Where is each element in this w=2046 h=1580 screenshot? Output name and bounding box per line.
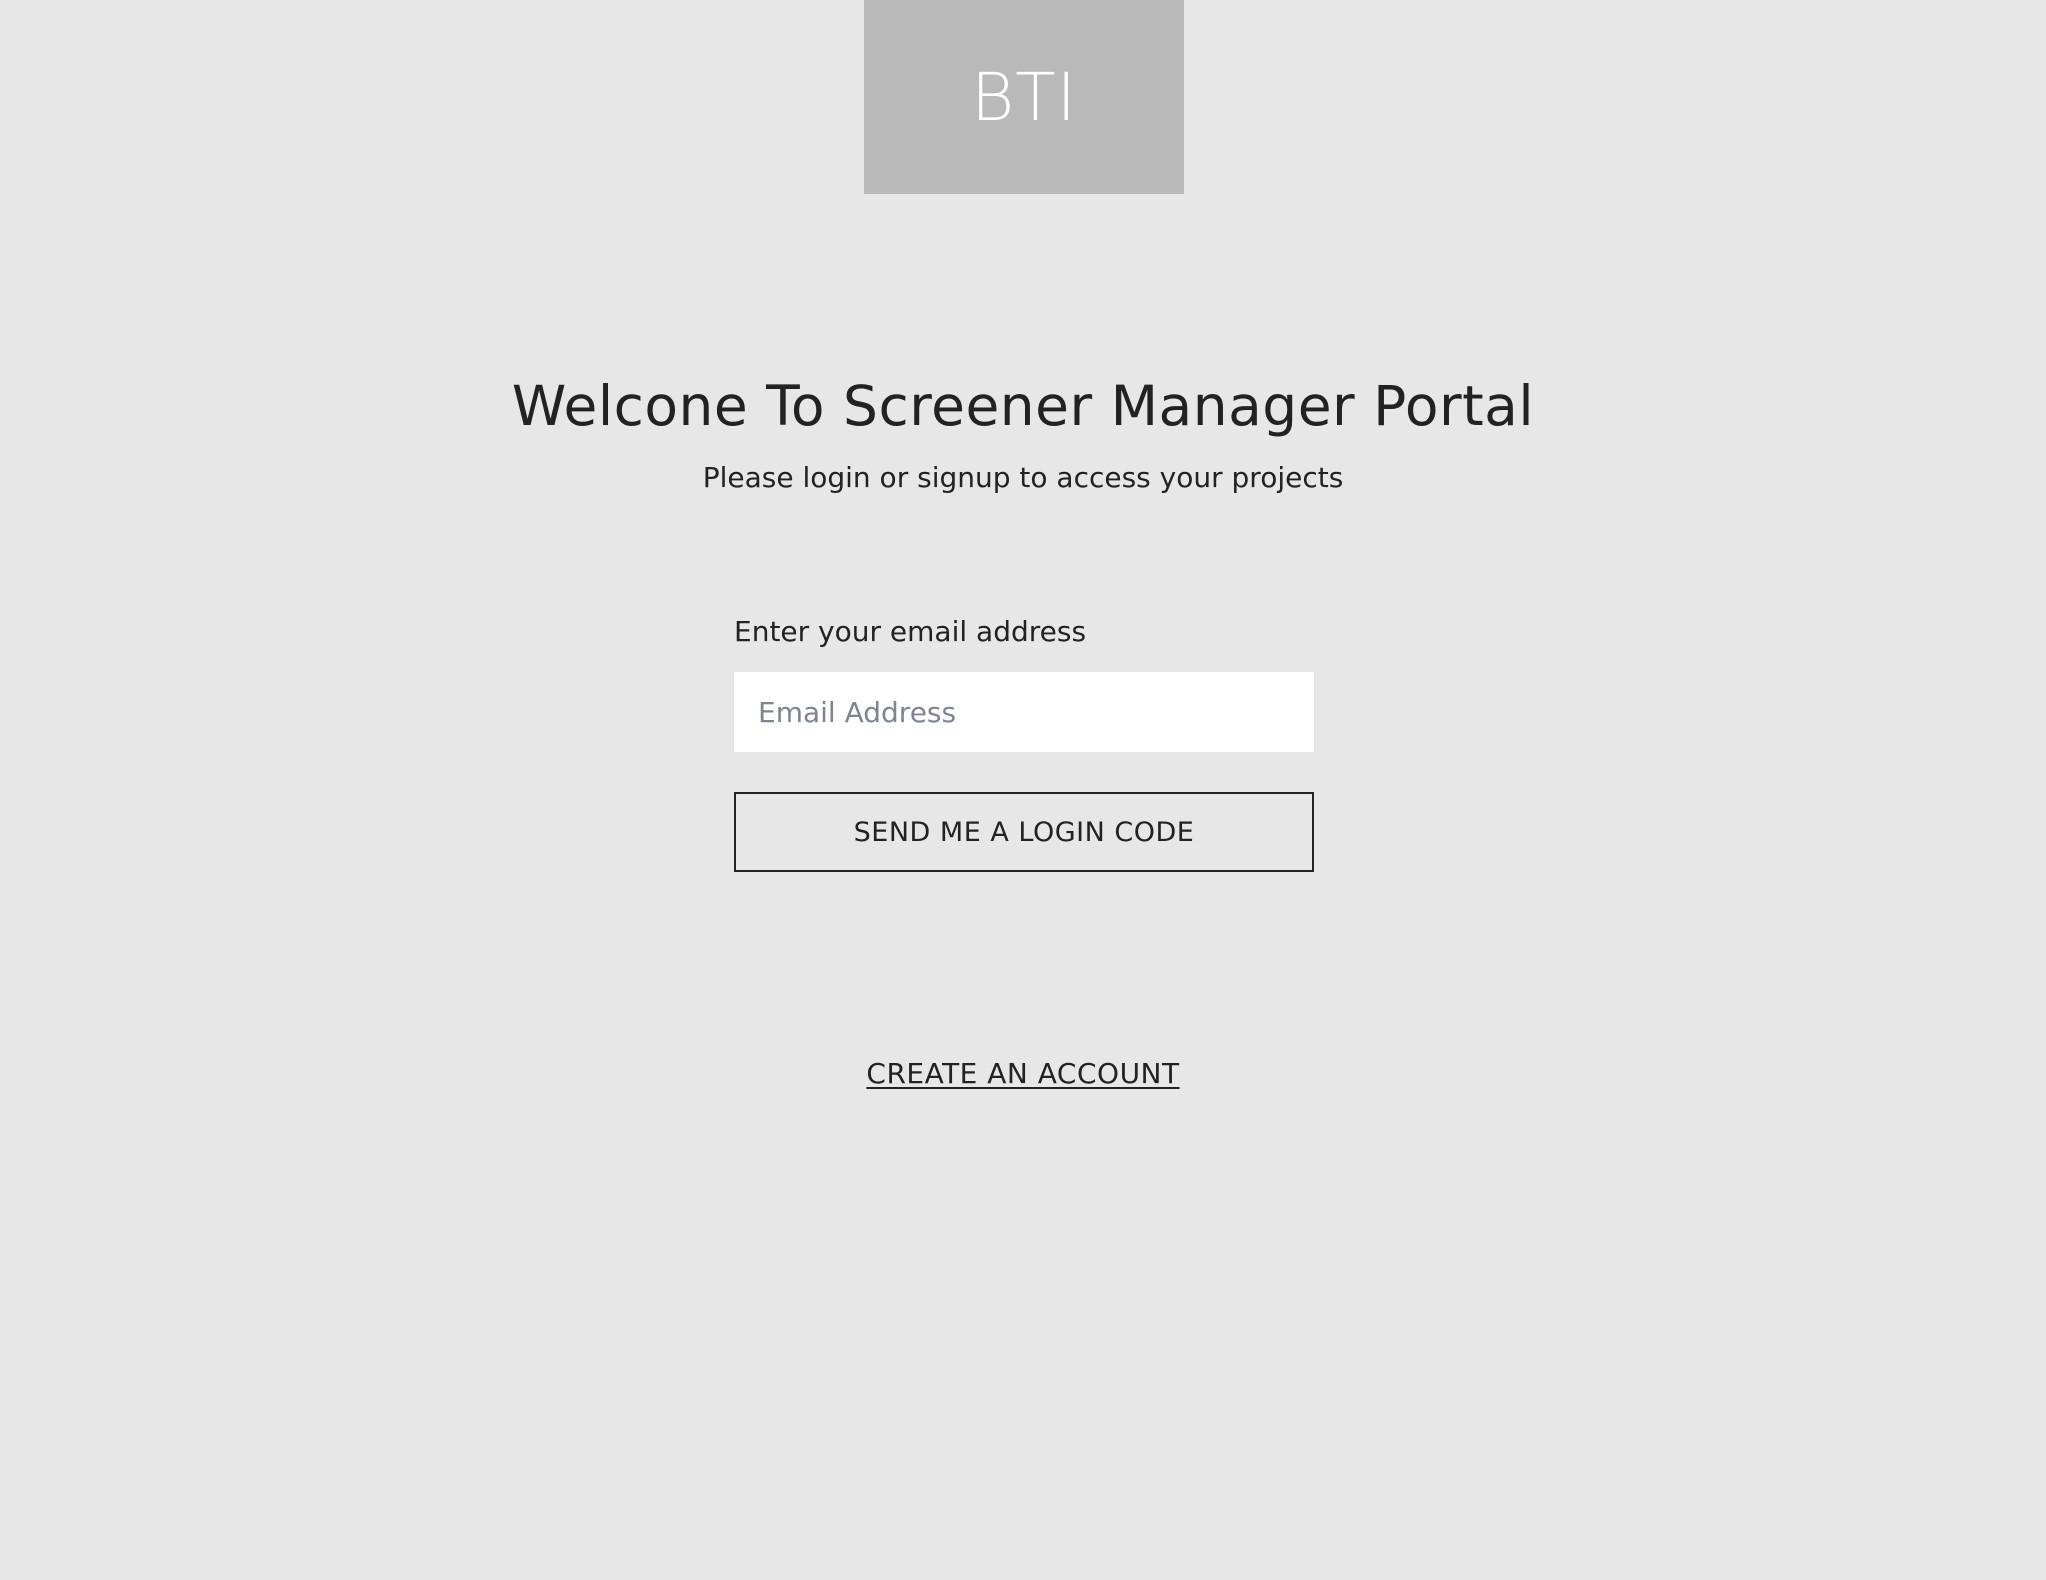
send-login-code-button[interactable]: SEND ME A LOGIN CODE xyxy=(734,792,1314,872)
page-subtitle: Please login or signup to access your pr… xyxy=(702,461,1344,494)
page-title: Welcone To Screener Manager Portal xyxy=(511,374,1535,438)
email-input[interactable] xyxy=(734,672,1314,752)
login-form: Enter your email address SEND ME A LOGIN… xyxy=(734,612,1314,872)
logo: BTI xyxy=(864,0,1184,194)
logo-text: BTI xyxy=(971,59,1077,136)
email-label: Enter your email address xyxy=(734,615,1087,648)
create-account-link[interactable]: CREATE AN ACCOUNT xyxy=(866,1057,1179,1090)
create-account-container: CREATE AN ACCOUNT xyxy=(0,1054,2046,1094)
